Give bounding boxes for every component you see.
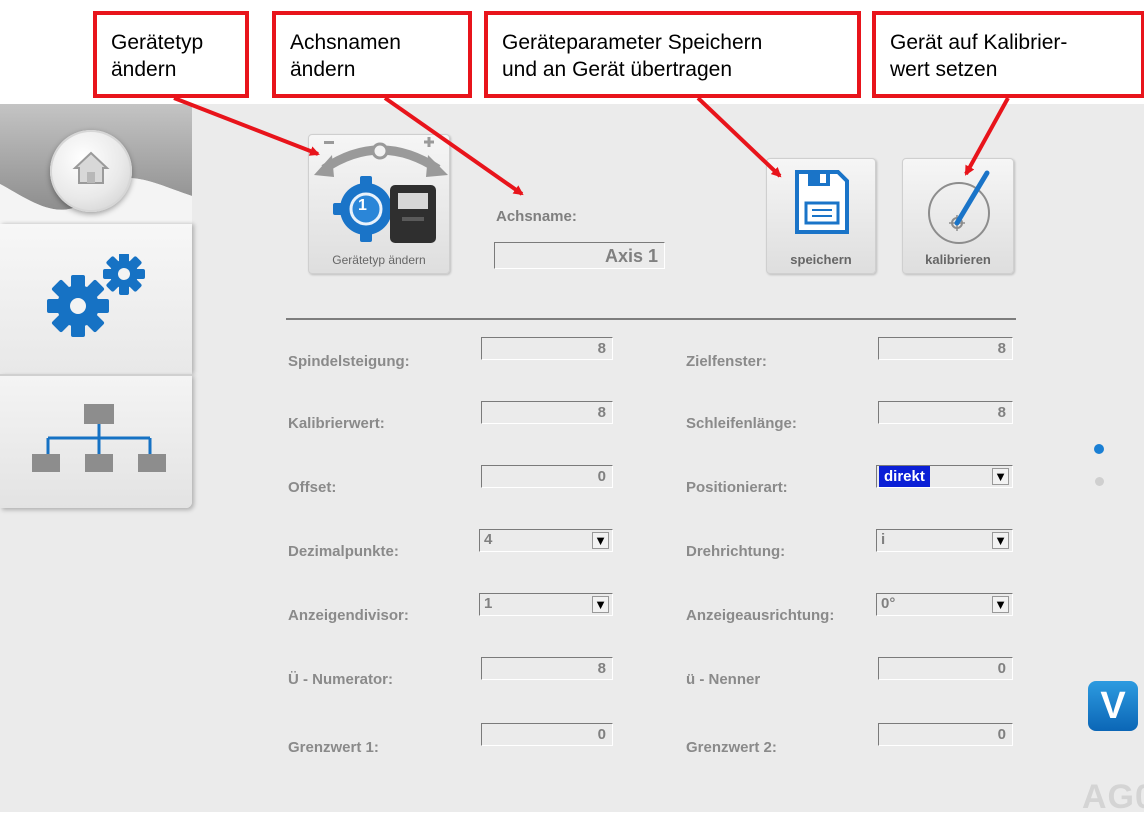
callout-save-parameters: Geräteparameter Speichern und an Gerät ü… — [484, 11, 861, 98]
sidebar-item-network[interactable] — [0, 374, 192, 508]
display-divisor-select[interactable]: 1 ▼ — [479, 593, 613, 616]
save-button[interactable]: speichern — [766, 158, 876, 274]
limit2-field[interactable]: 0 — [878, 723, 1013, 746]
callout-line: wert setzen — [890, 58, 998, 81]
device-type-icon — [314, 137, 448, 243]
dropdown-arrow-icon[interactable]: ▼ — [992, 532, 1009, 549]
loop-length-field[interactable]: 8 — [878, 401, 1013, 424]
floppy-disk-icon — [795, 170, 849, 234]
save-label: speichern — [790, 252, 852, 267]
denominator-field[interactable]: 0 — [878, 657, 1013, 680]
callout-line: und an Gerät übertragen — [502, 58, 732, 81]
display-orientation-label: Anzeigeausrichtung: — [686, 607, 835, 624]
callout-line: Geräteparameter Speichern — [502, 31, 763, 54]
sidebar-item-settings[interactable] — [0, 224, 192, 374]
callout-line: Gerät auf Kalibrier- — [890, 31, 1068, 54]
positioning-mode-select[interactable]: direkt ▼ — [876, 465, 1013, 488]
calibration-value-label: Kalibrierwert: — [288, 415, 385, 432]
callout-line: ändern — [290, 58, 356, 81]
callout-line: Achsnamen — [290, 31, 401, 54]
limit2-value: 0 — [997, 726, 1006, 743]
device-model-label: AG05 — [1082, 778, 1144, 816]
decimal-points-label: Dezimalpunkte: — [288, 543, 399, 560]
target-window-value: 8 — [997, 340, 1006, 357]
calibration-value-value: 8 — [597, 404, 606, 421]
numerator-field[interactable]: 8 — [481, 657, 613, 680]
brand-logo-icon: V — [1088, 681, 1138, 731]
callout-change-axis-name: Achsnamen ändern — [272, 11, 472, 98]
denominator-value: 0 — [997, 660, 1006, 677]
positioning-mode-label: Positionierart: — [686, 479, 788, 496]
spindle-pitch-field[interactable]: 8 — [481, 337, 613, 360]
calibrate-label: kalibrieren — [925, 252, 991, 267]
app-window: 1 Gerätetyp ändern Achsname: Axis 1 spei… — [0, 104, 1144, 816]
offset-value: 0 — [597, 468, 606, 485]
dropdown-arrow-icon[interactable]: ▼ — [592, 532, 609, 549]
loop-length-value: 8 — [997, 404, 1006, 421]
limit1-label: Grenzwert 1: — [288, 739, 379, 756]
loop-length-label: Schleifenlänge: — [686, 415, 797, 432]
dropdown-arrow-icon[interactable]: ▼ — [992, 596, 1009, 613]
numerator-label: Ü - Numerator: — [288, 671, 394, 688]
rotation-direction-value: i — [881, 531, 886, 548]
callout-line: ändern — [111, 58, 177, 81]
rotation-direction-select[interactable]: i ▼ — [876, 529, 1013, 552]
device-number-badge: 1 — [358, 197, 367, 214]
callout-set-calibration: Gerät auf Kalibrier- wert setzen — [872, 11, 1144, 98]
target-window-field[interactable]: 8 — [878, 337, 1013, 360]
gears-icon — [47, 254, 145, 337]
section-divider — [286, 318, 1016, 320]
display-divisor-label: Anzeigendivisor: — [288, 607, 409, 624]
callout-line: Gerätetyp — [111, 31, 204, 54]
rotation-direction-label: Drehrichtung: — [686, 543, 786, 560]
home-icon — [72, 151, 110, 184]
page-indicator-active[interactable] — [1094, 444, 1104, 454]
network-tree-icon — [32, 404, 166, 472]
denominator-label: ü - Nenner — [686, 671, 761, 688]
decimal-points-value: 4 — [484, 531, 493, 548]
display-orientation-value: 0° — [881, 595, 896, 612]
axis-name-value: Axis 1 — [604, 246, 658, 266]
calibrate-button[interactable]: kalibrieren — [902, 158, 1014, 274]
sidebar-home-area — [0, 104, 192, 224]
limit1-value: 0 — [597, 726, 606, 743]
limit1-field[interactable]: 0 — [481, 723, 613, 746]
dropdown-arrow-icon[interactable]: ▼ — [992, 468, 1009, 485]
offset-label: Offset: — [288, 479, 337, 496]
spindle-pitch-value: 8 — [597, 340, 606, 357]
decimal-points-select[interactable]: 4 ▼ — [479, 529, 613, 552]
display-divisor-value: 1 — [484, 595, 493, 612]
axis-name-label: Achsname: — [496, 208, 577, 225]
change-device-type-button[interactable]: 1 Gerätetyp ändern — [308, 134, 450, 274]
dropdown-arrow-icon[interactable]: ▼ — [592, 596, 609, 613]
sidebar — [0, 104, 192, 508]
axis-name-field[interactable]: Axis 1 — [494, 242, 665, 269]
calibration-value-field[interactable]: 8 — [481, 401, 613, 424]
positioning-mode-value: direkt — [879, 466, 930, 487]
display-orientation-select[interactable]: 0° ▼ — [876, 593, 1013, 616]
page-indicator-inactive[interactable] — [1095, 477, 1104, 486]
limit2-label: Grenzwert 2: — [686, 739, 777, 756]
target-window-label: Zielfenster: — [686, 353, 767, 370]
calibrate-icon — [928, 170, 990, 244]
callout-change-device-type: Gerätetyp ändern — [93, 11, 249, 98]
change-device-type-label: Gerätetyp ändern — [332, 253, 426, 267]
spindle-pitch-label: Spindelsteigung: — [288, 353, 410, 370]
numerator-value: 8 — [597, 660, 606, 677]
home-button[interactable] — [50, 130, 132, 212]
offset-field[interactable]: 0 — [481, 465, 613, 488]
